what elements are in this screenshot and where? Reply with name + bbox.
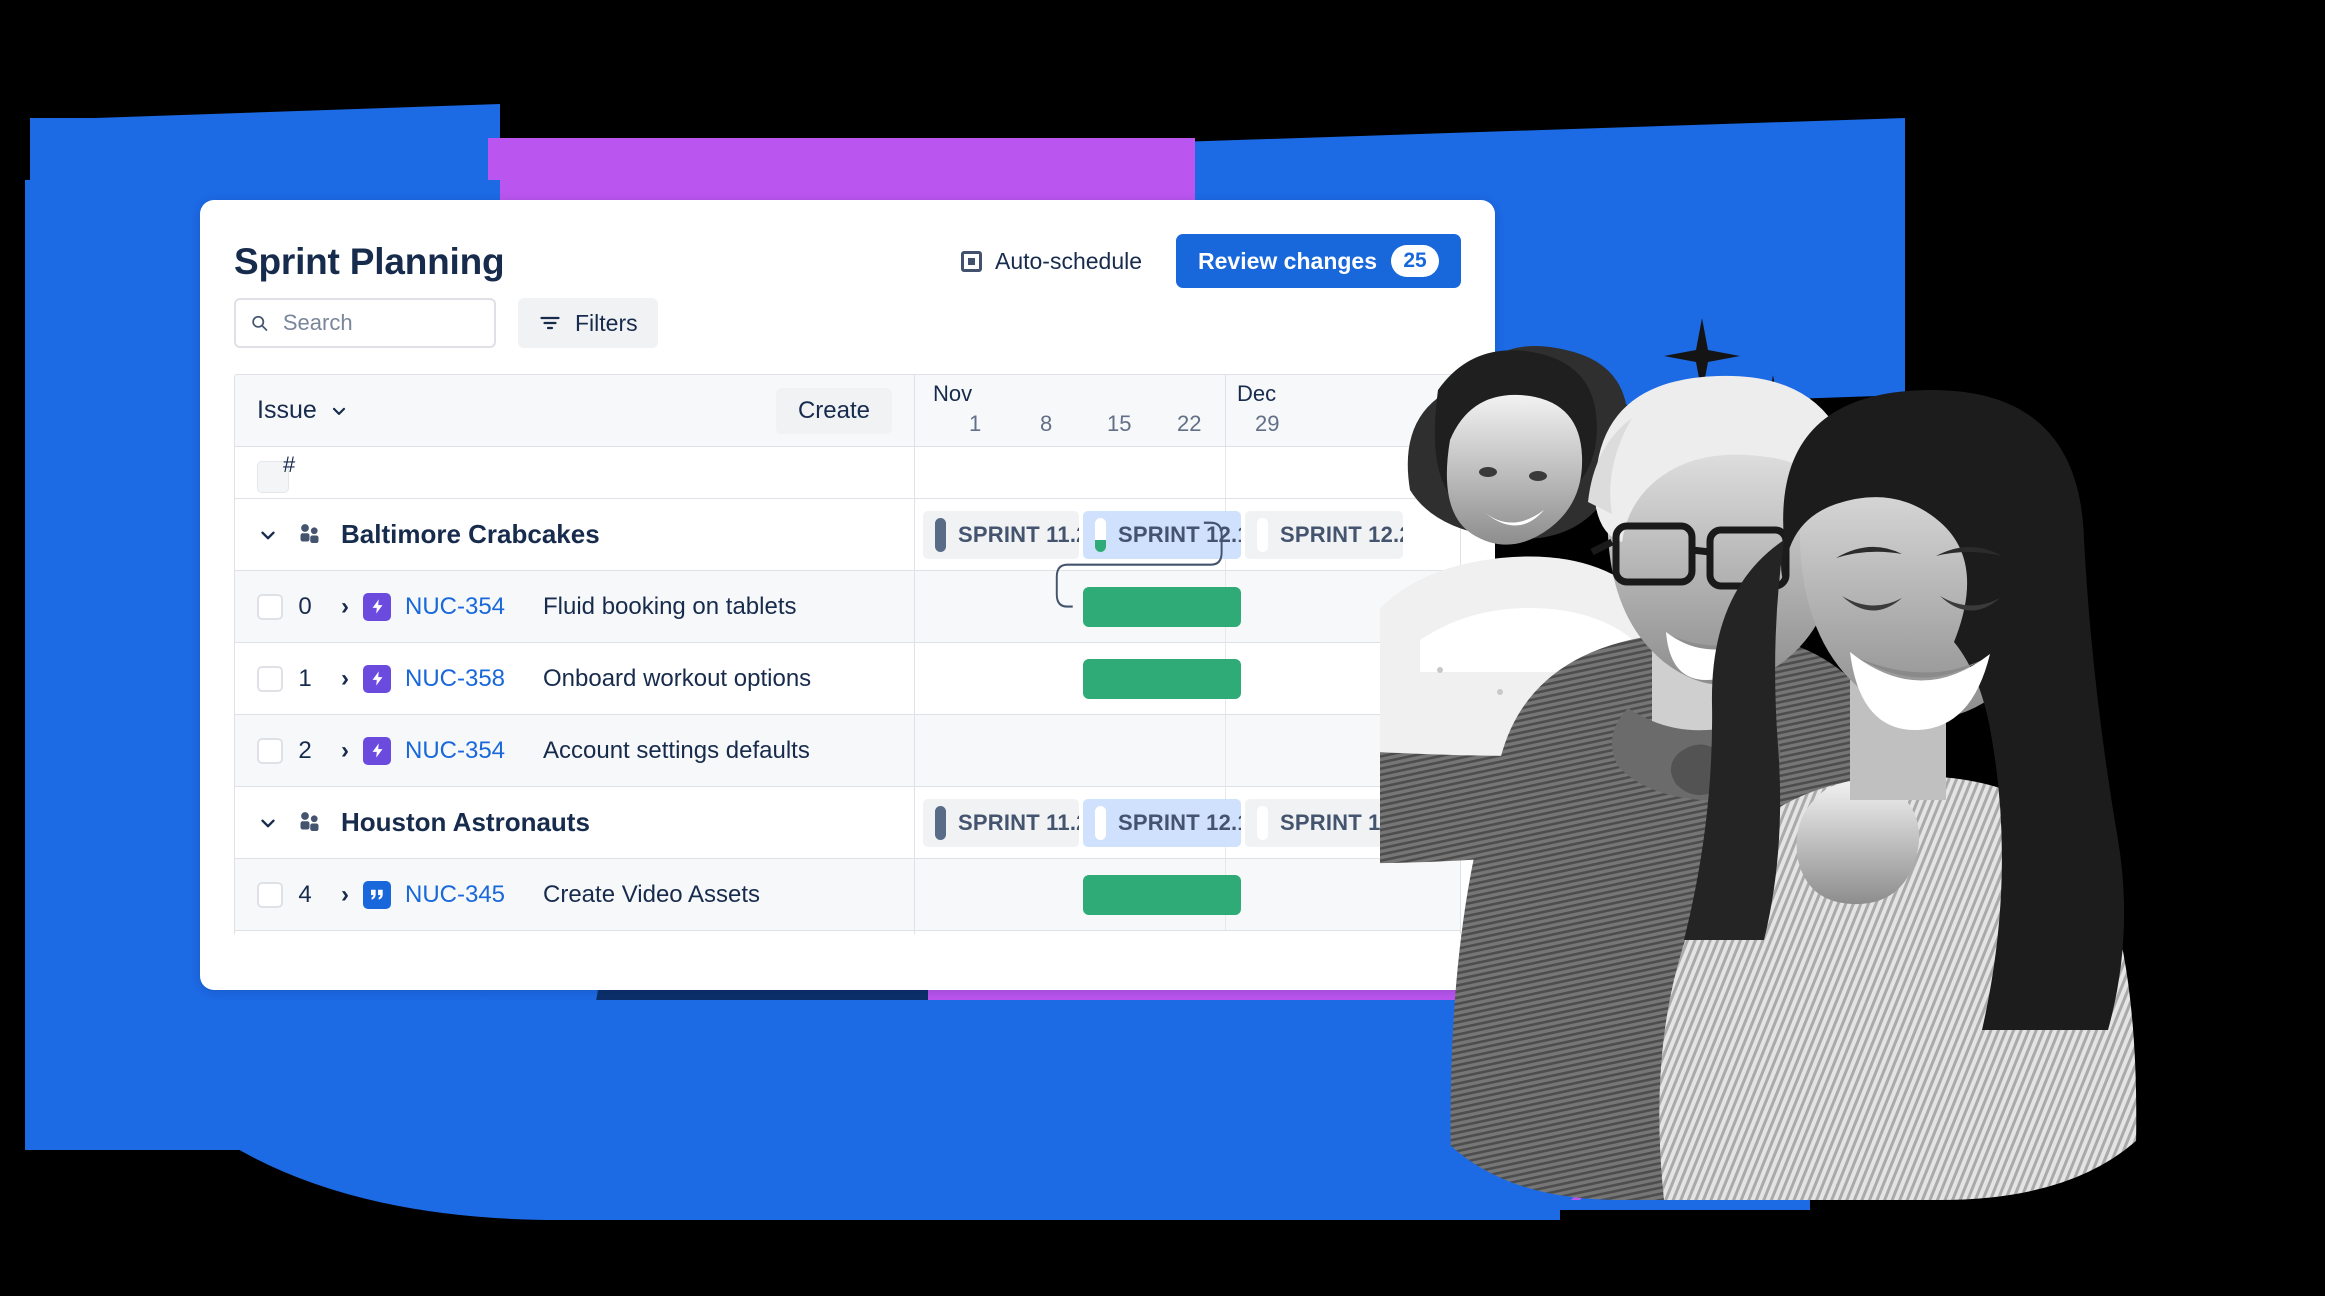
task-bar[interactable] (1083, 587, 1241, 627)
chevron-right-icon[interactable]: › (327, 593, 363, 621)
sprint-progress-cap (935, 806, 946, 840)
sprint-progress-cap (1257, 806, 1268, 840)
issue-column-header: Issue Create (235, 375, 914, 447)
epic-bolt-icon (363, 736, 391, 765)
epic-bolt-icon (363, 592, 391, 621)
row-rank: 1 (298, 664, 312, 692)
page-title: Sprint Planning (234, 240, 505, 282)
hero-composition: Sprint Planning Auto-schedule Review cha… (0, 0, 2325, 1296)
timeline-day-tick: 29 (1255, 411, 1280, 436)
auto-schedule-icon (960, 250, 982, 272)
filters-label: Filters (575, 309, 638, 336)
card-header: Sprint Planning Auto-schedule Review cha… (200, 200, 1495, 292)
timeline-gridline (1225, 447, 1226, 498)
timeline-group-row: SPRINT 11.2 SPRINT 12.1 SPRINT 12.2 (915, 787, 1460, 859)
sprint-label: SPRINT 12.1 (1118, 810, 1241, 835)
issue-key[interactable]: NUC-354 (405, 737, 523, 765)
table-row[interactable]: 2 › NUC-354 Account settings defaults (235, 715, 914, 787)
hash-label: # (283, 451, 296, 477)
timeline-day-tick: 22 (1177, 411, 1202, 436)
issue-summary: Create Video Assets (543, 880, 761, 908)
row-rank: 0 (298, 592, 312, 620)
chevron-right-icon[interactable]: › (327, 665, 363, 693)
search-input[interactable] (282, 310, 480, 336)
sprint-chip[interactable]: SPRINT 12.1 (1083, 511, 1241, 559)
sprint-progress-cap (1095, 806, 1106, 840)
review-changes-label: Review changes (1198, 247, 1377, 274)
issue-column-label-group[interactable]: Issue (257, 396, 349, 425)
sprint-chip[interactable]: SPRINT 12.1 (1083, 799, 1241, 847)
timeline-spacer-row (915, 447, 1460, 499)
timeline-pane: Nov Dec 1 8 15 22 29 SPRINT 11.2 SPRINT … (915, 375, 1460, 934)
toolbar: Filters (200, 292, 1495, 348)
row-checkbox[interactable] (257, 665, 283, 692)
issue-column-label: Issue (257, 396, 317, 424)
chevron-right-icon[interactable]: › (327, 737, 363, 765)
table-row[interactable]: 0 › NUC-354 Fluid booking on tablets (235, 571, 914, 643)
search-box[interactable] (234, 298, 496, 348)
sprint-label: SPRINT 11.2 (958, 522, 1079, 547)
timeline-issue-row (915, 571, 1460, 643)
table-row[interactable]: 4 › NUC-345 Create Video Assets (235, 859, 914, 931)
table-row[interactable]: 1 › NUC-358 Onboard workout options (235, 643, 914, 715)
sprint-progress-cap (1095, 518, 1106, 552)
search-icon (252, 315, 268, 331)
group-row[interactable]: Baltimore Crabcakes (235, 499, 914, 571)
timeline-issue-row (915, 643, 1460, 715)
task-bar[interactable] (1083, 875, 1241, 915)
chevron-down-icon[interactable] (257, 812, 279, 834)
task-bar[interactable] (1083, 659, 1241, 699)
sprint-chip[interactable]: SPRINT 11.2 (923, 511, 1079, 559)
auto-schedule-toggle[interactable]: Auto-schedule (960, 247, 1143, 275)
row-checkbox[interactable] (257, 737, 283, 764)
issue-key[interactable]: NUC-354 (405, 593, 523, 621)
timeline-grid: Issue Create # Baltimore Crabcakes 0 › N… (234, 374, 1461, 934)
story-quote-icon (363, 880, 391, 909)
timeline-gridline (1225, 715, 1226, 786)
row-checkbox[interactable] (257, 881, 283, 908)
row-rank: 2 (298, 736, 312, 764)
issue-summary: Account settings defaults (543, 736, 810, 764)
timeline-day-tick: 8 (1040, 411, 1053, 436)
chevron-down-icon[interactable] (257, 524, 279, 546)
timeline-month-label: Dec (1237, 381, 1277, 406)
sprint-planning-card: Sprint Planning Auto-schedule Review cha… (200, 200, 1495, 990)
timeline-group-row: SPRINT 11.2 SPRINT 12.1 SPRINT 12.2 (915, 499, 1460, 571)
issue-summary: Onboard workout options (543, 664, 812, 692)
filter-icon (540, 316, 560, 330)
issue-summary: Fluid booking on tablets (543, 592, 797, 620)
epic-bolt-icon (363, 664, 391, 693)
sprint-progress-cap (1257, 518, 1268, 552)
sprint-label: SPRINT 12.1 (1118, 522, 1241, 547)
sprint-chip[interactable]: SPRINT 11.2 (923, 799, 1079, 847)
issue-list-pane: Issue Create # Baltimore Crabcakes 0 › N… (235, 375, 915, 934)
row-checkbox[interactable] (257, 593, 283, 620)
timeline-header: Nov Dec 1 8 15 22 29 (915, 375, 1460, 447)
hash-row: # (235, 447, 914, 499)
timeline-day-tick: 1 (969, 411, 982, 436)
issue-key[interactable]: NUC-358 (405, 665, 523, 693)
sprint-progress-cap (935, 518, 946, 552)
people-photo (1380, 346, 2137, 1200)
people-group-icon (300, 811, 319, 831)
sprint-label: SPRINT 11.2 (958, 810, 1079, 835)
timeline-day-tick: 15 (1107, 411, 1132, 436)
group-name: Houston Astronauts (341, 807, 590, 837)
chevron-down-icon (332, 407, 345, 415)
create-button[interactable]: Create (775, 387, 892, 434)
timeline-issue-row (915, 859, 1460, 931)
issue-key[interactable]: NUC-345 (405, 881, 523, 909)
row-rank: 4 (298, 880, 312, 908)
filters-button[interactable]: Filters (518, 298, 658, 348)
chevron-right-icon[interactable]: › (327, 881, 363, 909)
group-name: Baltimore Crabcakes (341, 519, 600, 549)
people-group-icon (300, 523, 319, 543)
group-row[interactable]: Houston Astronauts (235, 787, 914, 859)
auto-schedule-label: Auto-schedule (994, 247, 1143, 274)
timeline-month-label: Nov (933, 381, 973, 406)
timeline-issue-row (915, 715, 1460, 787)
timeline-month-divider (1225, 375, 1226, 446)
